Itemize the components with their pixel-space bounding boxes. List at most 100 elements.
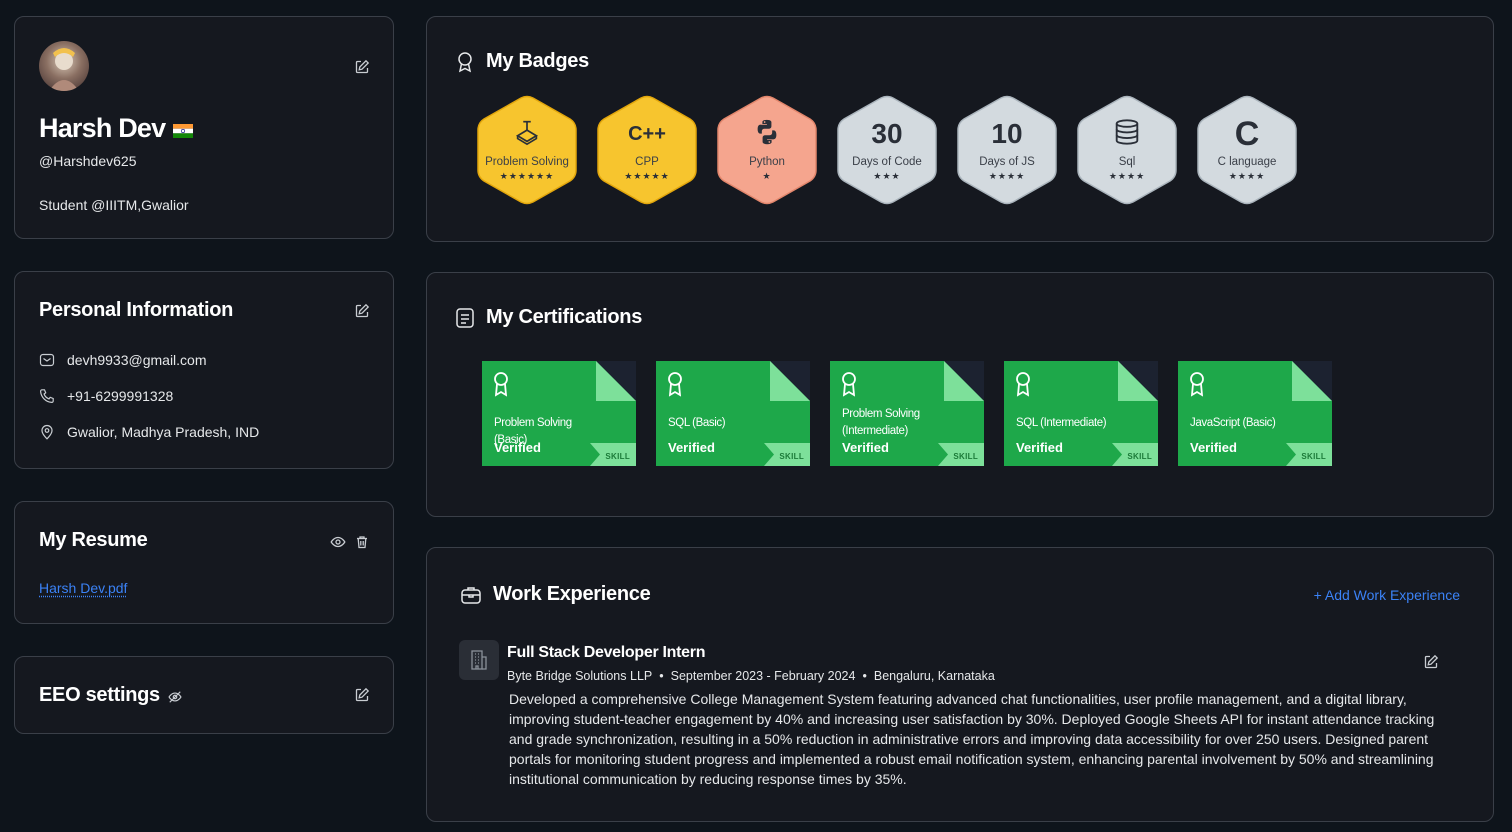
eye-icon[interactable] bbox=[330, 534, 346, 550]
edit-work-item-icon[interactable] bbox=[1423, 654, 1439, 670]
badges-title: My Badges bbox=[486, 50, 589, 72]
profile-name: Harsh Dev bbox=[39, 113, 166, 143]
mail-icon bbox=[39, 353, 55, 367]
c-letter-icon: C bbox=[1234, 115, 1260, 153]
badge-stars: ★★★ bbox=[873, 171, 901, 181]
eye-off-icon bbox=[168, 690, 182, 704]
ribbon-icon bbox=[668, 372, 682, 397]
india-flag-icon bbox=[173, 123, 194, 138]
email-value[interactable]: devh9933@gmail.com bbox=[67, 352, 207, 368]
cert-tag: SKILL bbox=[1127, 452, 1152, 461]
meta-separator: • bbox=[659, 669, 664, 683]
badges-card: My Badges Problem Solving ★★★★★★ C++ CPP… bbox=[426, 16, 1494, 242]
badge-stars: ★★★★ bbox=[1108, 171, 1146, 181]
eeo-card: EEO settings bbox=[14, 656, 394, 734]
company-logo-icon bbox=[459, 640, 499, 680]
avatar[interactable] bbox=[39, 41, 89, 91]
location-value: Gwalior, Madhya Pradesh, IND bbox=[67, 424, 260, 440]
work-location: Bengaluru, Karnataka bbox=[873, 669, 995, 683]
badge-label: C language bbox=[1217, 156, 1277, 168]
cert-problem-solving-intermediate[interactable]: Problem Solving (Intermediate) Verified … bbox=[830, 361, 984, 466]
work-company: Byte Bridge Solutions LLP bbox=[507, 669, 653, 683]
badge-stars: ★★★★ bbox=[988, 171, 1026, 181]
profile-bio: Student @IIITM,Gwalior bbox=[39, 197, 189, 213]
badge-label: Sql bbox=[1118, 156, 1136, 168]
resume-card: My Resume Harsh Dev.pdf bbox=[14, 501, 394, 624]
cert-status: Verified bbox=[668, 440, 715, 455]
location-pin-icon bbox=[41, 424, 53, 440]
badge-number: 10 bbox=[991, 118, 1023, 149]
cert-status: Verified bbox=[842, 440, 889, 455]
badge-label: CPP bbox=[635, 156, 659, 168]
cert-name: Problem Solving (Intermediate) bbox=[842, 408, 920, 437]
python-icon bbox=[717, 117, 817, 155]
cert-tag: SKILL bbox=[779, 452, 804, 461]
work-dates: September 2023 - February 2024 bbox=[670, 669, 856, 683]
work-meta: Byte Bridge Solutions LLP • September 20… bbox=[507, 669, 995, 683]
cert-skill-tag: SKILL bbox=[938, 443, 984, 466]
certifications-title: My Certifications bbox=[486, 306, 643, 328]
cert-skill-tag: SKILL bbox=[1112, 443, 1158, 466]
ribbon-icon bbox=[1016, 372, 1030, 397]
work-description: Developed a comprehensive College Manage… bbox=[509, 691, 1435, 787]
badge-sql[interactable]: Sql ★★★★ bbox=[1077, 95, 1177, 205]
badge-c-language[interactable]: C C language ★★★★ bbox=[1197, 95, 1297, 205]
cert-sql-basic[interactable]: SQL (Basic) Verified SKILL bbox=[656, 361, 810, 466]
profile-card: Harsh Dev @Harshdev625 Student @IIITM,Gw… bbox=[14, 16, 394, 239]
work-role: Full Stack Developer Intern bbox=[507, 644, 706, 661]
cert-status: Verified bbox=[1016, 440, 1063, 455]
badge-days-of-js[interactable]: 10 Days of JS ★★★★ bbox=[957, 95, 1057, 205]
cert-skill-tag: SKILL bbox=[1286, 443, 1332, 466]
ribbon-icon bbox=[494, 372, 508, 397]
phone-value[interactable]: +91-6299991328 bbox=[67, 388, 173, 404]
badge-problem-solving[interactable]: Problem Solving ★★★★★★ bbox=[477, 95, 577, 205]
cert-name: SQL (Intermediate) bbox=[1016, 417, 1107, 429]
badge-stars: ★★★★★ bbox=[624, 171, 670, 181]
profile-handle: @Harshdev625 bbox=[39, 153, 137, 169]
personal-info-title: Personal Information bbox=[39, 299, 234, 321]
email-row: devh9933@gmail.com bbox=[39, 352, 207, 368]
edit-eeo-icon[interactable] bbox=[354, 687, 370, 703]
cert-skill-tag: SKILL bbox=[590, 443, 636, 466]
cert-sql-intermediate[interactable]: SQL (Intermediate) Verified SKILL bbox=[1004, 361, 1158, 466]
cube-icon bbox=[477, 117, 577, 155]
badge-python[interactable]: Python ★ bbox=[717, 95, 817, 205]
add-work-experience-link[interactable]: + Add Work Experience bbox=[1314, 587, 1460, 603]
eeo-title: EEO settings bbox=[39, 684, 160, 706]
cert-tag: SKILL bbox=[953, 452, 978, 461]
badge-label: Days of JS bbox=[979, 156, 1035, 168]
cpp-icon: C++ bbox=[628, 123, 666, 145]
cert-tag: SKILL bbox=[1301, 452, 1326, 461]
badge-label: Python bbox=[749, 156, 785, 168]
edit-profile-icon[interactable] bbox=[354, 59, 370, 75]
badge-stars: ★★★★★★ bbox=[499, 171, 555, 181]
work-experience-card: Work Experience + Add Work Experience Fu… bbox=[426, 547, 1494, 822]
ribbon-icon bbox=[842, 372, 856, 397]
resume-file-link[interactable]: Harsh Dev.pdf bbox=[39, 580, 127, 596]
award-icon bbox=[455, 51, 475, 73]
personal-info-card: Personal Information devh9933@gmail.com … bbox=[14, 271, 394, 469]
badge-number: 30 bbox=[871, 118, 903, 149]
cert-javascript-basic[interactable]: JavaScript (Basic) Verified SKILL bbox=[1178, 361, 1332, 466]
work-experience-title: Work Experience bbox=[493, 583, 651, 605]
cert-status: Verified bbox=[494, 440, 541, 455]
database-icon bbox=[1077, 117, 1177, 155]
badge-cpp[interactable]: C++ CPP ★★★★★ bbox=[597, 95, 697, 205]
badge-label: Days of Code bbox=[852, 156, 922, 168]
cert-problem-solving-basic[interactable]: Problem Solving (Basic) Verified SKILL bbox=[482, 361, 636, 466]
cert-name: SQL (Basic) bbox=[668, 417, 726, 429]
cert-name: JavaScript (Basic) bbox=[1190, 417, 1276, 429]
trash-icon[interactable] bbox=[354, 534, 370, 550]
phone-icon bbox=[40, 389, 54, 403]
cert-tag: SKILL bbox=[605, 452, 630, 461]
edit-personal-info-icon[interactable] bbox=[354, 303, 370, 319]
meta-separator: • bbox=[862, 669, 867, 683]
badge-stars: ★★★★ bbox=[1228, 171, 1266, 181]
ribbon-icon bbox=[1190, 372, 1204, 397]
profile-name-row: Harsh Dev bbox=[39, 113, 194, 144]
badge-stars: ★ bbox=[762, 171, 772, 181]
phone-row: +91-6299991328 bbox=[39, 388, 173, 404]
eeo-title-row: EEO settings bbox=[39, 684, 182, 707]
badge-label: Problem Solving bbox=[485, 156, 569, 168]
badge-days-of-code[interactable]: 30 Days of Code ★★★ bbox=[837, 95, 937, 205]
